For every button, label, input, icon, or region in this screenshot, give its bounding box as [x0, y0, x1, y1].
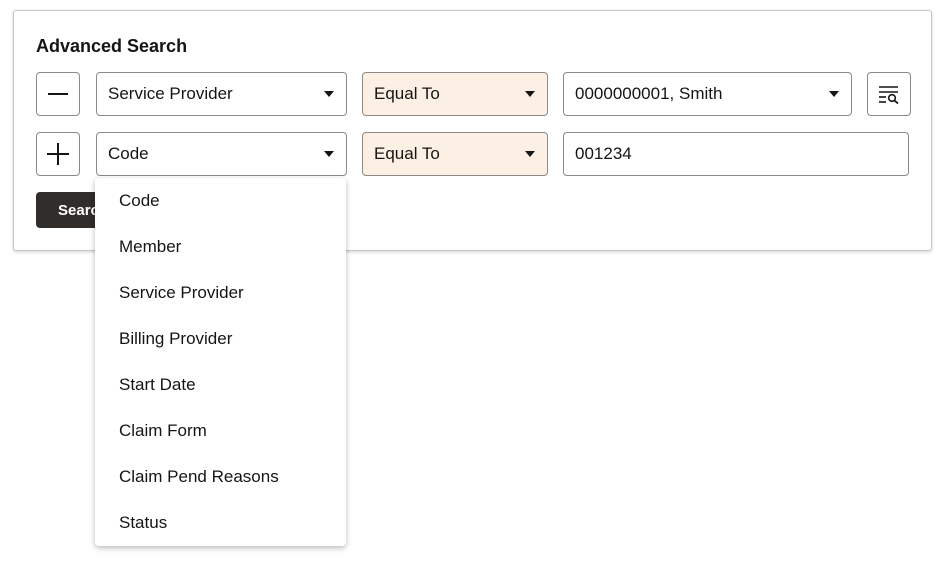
- panel-title: Advanced Search: [36, 36, 188, 56]
- field-dropdown-menu: Code Member Service Provider Billing Pro…: [95, 178, 346, 546]
- operator-select-row-1[interactable]: Equal To: [362, 72, 548, 116]
- minus-icon: [48, 93, 68, 95]
- option-label: Start Date: [119, 375, 196, 394]
- remove-row-button[interactable]: [36, 72, 80, 116]
- option-label: Billing Provider: [119, 329, 233, 348]
- dropdown-option-start-date[interactable]: Start Date: [95, 362, 346, 408]
- search-list-icon: [879, 86, 899, 104]
- operator-select-value: Equal To: [374, 84, 440, 103]
- field-select-value: Service Provider: [108, 84, 233, 103]
- add-row-button[interactable]: [36, 132, 80, 176]
- operator-select-value: Equal To: [374, 144, 440, 163]
- plus-icon: [47, 143, 69, 165]
- value-input-text: 001234: [575, 144, 632, 163]
- chevron-down-icon: [324, 91, 334, 97]
- field-select-row-1[interactable]: Service Provider: [96, 72, 347, 116]
- dropdown-option-billing-provider[interactable]: Billing Provider: [95, 316, 346, 362]
- option-label: Claim Pend Reasons: [119, 467, 279, 486]
- operator-select-row-2[interactable]: Equal To: [362, 132, 548, 176]
- field-select-row-2[interactable]: Code: [96, 132, 347, 176]
- chevron-down-icon: [324, 151, 334, 157]
- chevron-down-icon: [829, 91, 839, 97]
- value-select-value: 0000000001, Smith: [575, 84, 723, 103]
- option-label: Code: [119, 191, 160, 210]
- dropdown-option-status[interactable]: Status: [95, 500, 346, 546]
- dropdown-option-member[interactable]: Member: [95, 224, 346, 270]
- option-label: Member: [119, 237, 182, 256]
- chevron-down-icon: [525, 91, 535, 97]
- option-label: Status: [119, 513, 168, 532]
- dropdown-option-claim-form[interactable]: Claim Form: [95, 408, 346, 454]
- lookup-button[interactable]: [867, 72, 911, 116]
- value-select-row-1[interactable]: 0000000001, Smith: [563, 72, 852, 116]
- dropdown-option-service-provider[interactable]: Service Provider: [95, 270, 346, 316]
- chevron-down-icon: [525, 151, 535, 157]
- value-input-row-2[interactable]: 001234: [563, 132, 909, 176]
- option-label: Claim Form: [119, 421, 207, 440]
- dropdown-option-claim-pend-reasons[interactable]: Claim Pend Reasons: [95, 454, 346, 500]
- dropdown-option-code[interactable]: Code: [95, 178, 346, 224]
- field-select-value: Code: [108, 144, 149, 163]
- option-label: Service Provider: [119, 283, 244, 302]
